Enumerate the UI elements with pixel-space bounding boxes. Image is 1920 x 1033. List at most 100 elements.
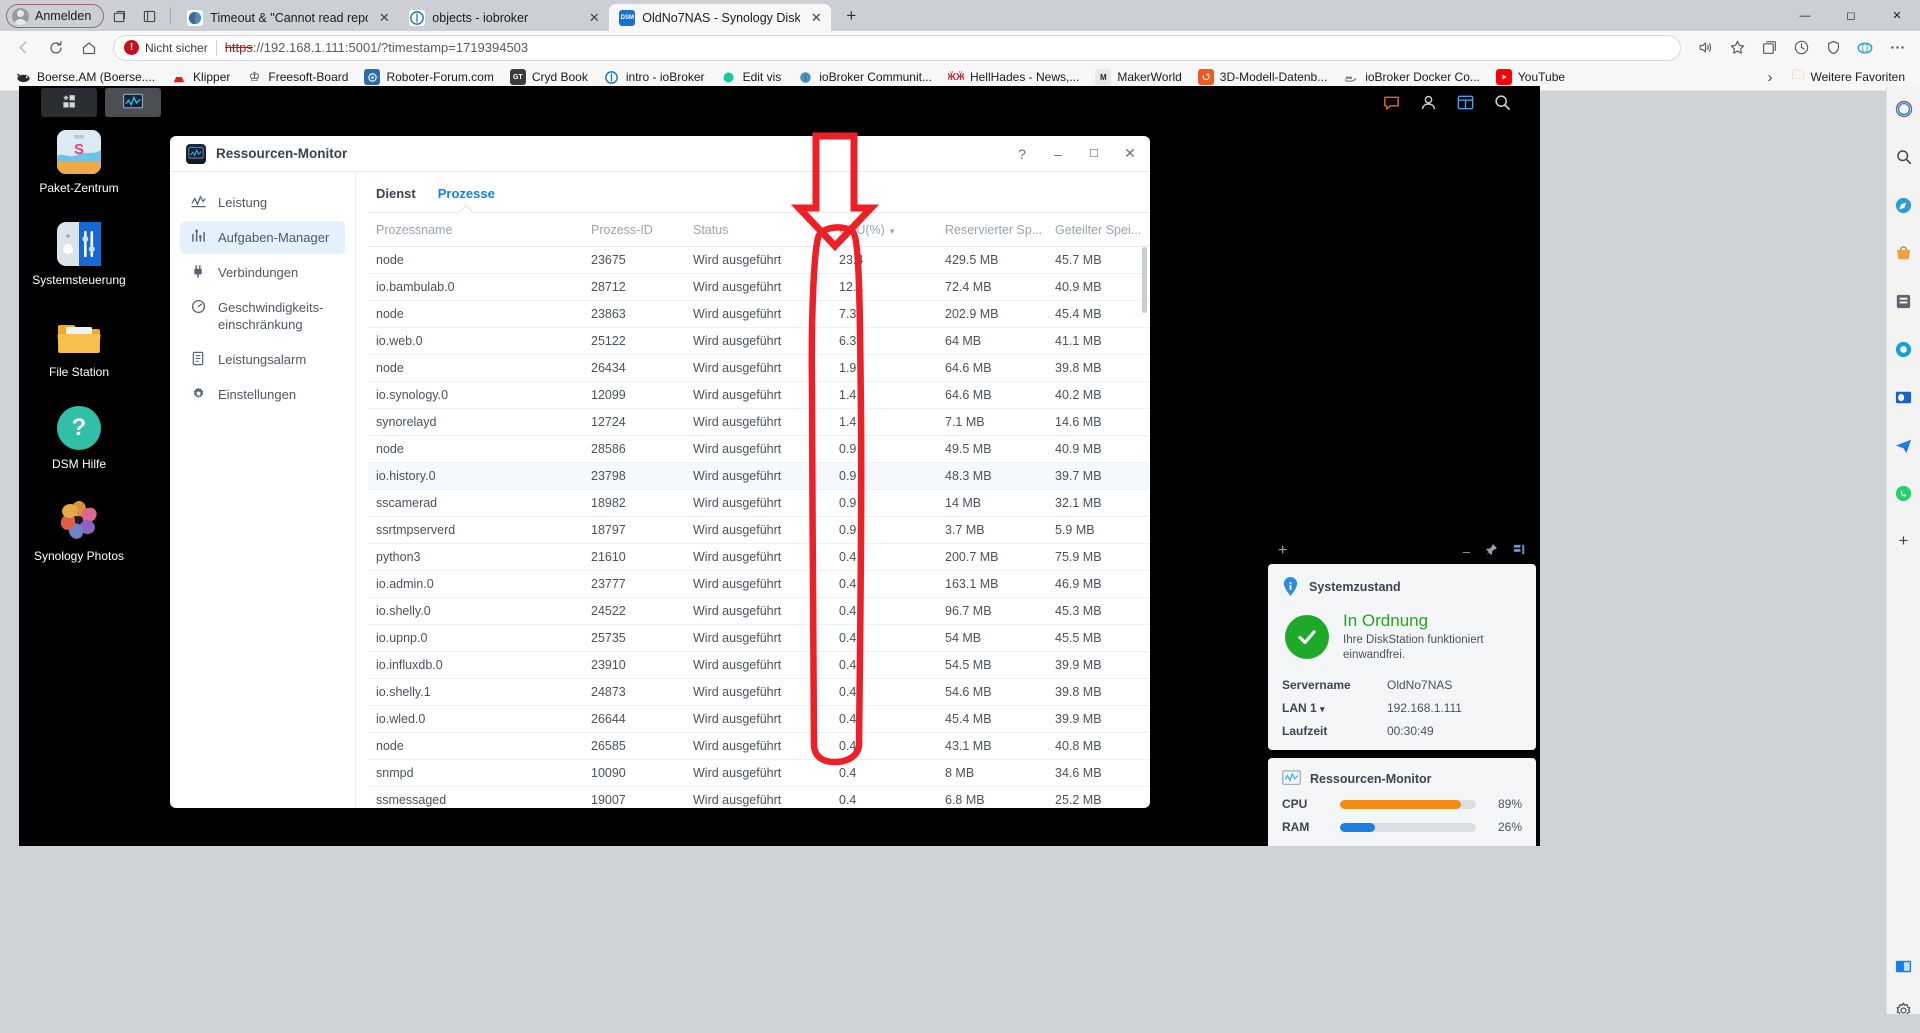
resource-monitor-icon[interactable] — [105, 87, 161, 117]
table-row[interactable]: io.influxdb.0 23910 Wird ausgeführt 0.4 54.5… — [368, 651, 1150, 679]
close-button[interactable]: ✕ — [1120, 144, 1140, 164]
bookmark-item[interactable]: ioBroker Communit... — [790, 67, 939, 87]
column-header-prozess-id[interactable]: Prozess-ID — [583, 213, 685, 247]
minimize-button[interactable]: — — [1782, 0, 1828, 31]
table-row[interactable]: io.admin.0 23777 Wird ausgeführt 0.4 163.1 M… — [368, 570, 1150, 598]
browser-tab-3[interactable]: DSM OldNo7NAS - Synology DiskStat ✕ — [609, 4, 832, 31]
bookmark-item[interactable]: GT Cryd Book — [503, 67, 595, 87]
bookmark-item[interactable]: M MakerWorld — [1088, 67, 1188, 87]
bookmark-item[interactable]: Boerse.AM (Boerse.... — [8, 67, 162, 87]
bookmark-item[interactable]: 3D-Modell-Datenb... — [1191, 67, 1334, 87]
close-button[interactable]: ✕ — [1874, 0, 1920, 31]
tab-dienst[interactable]: Dienst — [376, 186, 416, 212]
table-row[interactable]: sscamerad 18982 Wird ausgeführt 0.9 14 MB 32.… — [368, 489, 1150, 517]
not-secure-indicator[interactable]: ! Nicht sicher — [124, 40, 208, 55]
column-header-prozessname[interactable]: Prozessname — [368, 213, 583, 247]
desktop-icon-dsm-hilfe[interactable]: ? DSM Hilfe — [19, 406, 139, 472]
table-row[interactable]: io.history.0 23798 Wird ausgeführt 0.9 48.3 … — [368, 462, 1150, 490]
table-row[interactable]: node 28586 Wird ausgeführt 0.9 49.5 MB 40.9 M… — [368, 435, 1150, 463]
copilot-icon[interactable] — [1850, 35, 1880, 61]
tab-prozesse[interactable]: Prozesse — [438, 186, 495, 212]
table-row[interactable]: io.shelly.0 24522 Wird ausgeführt 0.4 96.7 M… — [368, 597, 1150, 625]
profile-signin-button[interactable]: Anmelden — [6, 4, 105, 28]
table-row[interactable]: io.web.0 25122 Wird ausgeführt 6.3 64 MB 41.1… — [368, 327, 1150, 355]
layout-icon[interactable] — [1513, 543, 1526, 559]
bookmark-item[interactable]: YouTube — [1489, 67, 1572, 87]
settings-more-icon[interactable] — [1882, 35, 1912, 61]
sidebar-item-verbindungen[interactable]: Verbindungen — [180, 256, 345, 289]
minimize-button[interactable]: – — [1048, 144, 1068, 164]
browser-tab-1[interactable]: Timeout & "Cannot read reposit ✕ — [177, 4, 400, 31]
tab-collections-icon[interactable] — [104, 3, 134, 29]
shopping-rail-icon[interactable] — [1891, 240, 1917, 266]
address-bar[interactable]: ! Nicht sicher https://192.168.1.111:500… — [113, 34, 1681, 61]
vertical-tabs-icon[interactable] — [134, 3, 164, 29]
copilot-rail-icon[interactable] — [1891, 96, 1917, 122]
search-rail-icon[interactable] — [1891, 144, 1917, 170]
scrollbar-thumb[interactable] — [1142, 247, 1147, 313]
table-row[interactable]: ssmessaged 19007 Wird ausgeführt 0.4 6.8 MB 2… — [368, 786, 1150, 808]
add-widget-icon[interactable]: + — [1278, 542, 1287, 560]
user-icon[interactable] — [1419, 93, 1438, 112]
history-icon[interactable] — [1786, 35, 1816, 61]
close-icon[interactable]: ✕ — [585, 9, 603, 27]
close-icon[interactable]: ✕ — [807, 9, 825, 27]
split-screen-rail-icon[interactable] — [1891, 953, 1917, 979]
row-key[interactable]: LAN 1 ▾ — [1282, 701, 1387, 715]
browser-essentials-icon[interactable] — [1818, 35, 1848, 61]
table-scrollbar[interactable] — [1142, 247, 1147, 687]
column-header-reservierter-speicher[interactable]: Reservierter Sp... — [937, 213, 1047, 247]
home-icon[interactable] — [74, 35, 104, 61]
minimize-icon[interactable]: – — [1463, 544, 1470, 559]
sidebar-item-leistungsalarm[interactable]: Leistungsalarm — [180, 343, 345, 376]
table-row[interactable]: io.bambulab.0 28712 Wird ausgeführt 12.1 72.… — [368, 273, 1150, 301]
pin-icon[interactable] — [1485, 543, 1498, 559]
chat-icon[interactable] — [1382, 93, 1401, 112]
column-header-status[interactable]: Status — [685, 213, 831, 247]
whatsapp-rail-icon[interactable] — [1891, 480, 1917, 506]
notification-icon[interactable] — [1456, 93, 1475, 112]
add-rail-icon[interactable]: + — [1891, 528, 1917, 554]
games-rail-icon[interactable] — [1891, 336, 1917, 362]
network-scope-selector[interactable]: Gesamt ▾ — [1282, 844, 1334, 846]
desktop-icon-paket-zentrum[interactable]: S Paket-Zentrum — [19, 130, 139, 196]
table-row[interactable]: python3 21610 Wird ausgeführt 0.4 200.7 MB 75… — [368, 543, 1150, 571]
new-tab-button[interactable]: + — [837, 3, 865, 29]
reload-icon[interactable] — [41, 35, 71, 61]
sidebar-item-geschwindigkeitseinschraenkung[interactable]: Geschwindigkeits-einschränkung — [180, 291, 345, 341]
help-button[interactable]: ? — [1012, 144, 1032, 164]
discover-rail-icon[interactable] — [1891, 192, 1917, 218]
send-rail-icon[interactable] — [1891, 432, 1917, 458]
table-row[interactable]: ssrtmpserverd 18797 Wird ausgeführt 0.9 3.7 … — [368, 516, 1150, 544]
table-row[interactable]: node 26585 Wird ausgeführt 0.4 43.1 MB 40.8 M… — [368, 732, 1150, 760]
bookmark-item[interactable]: Roboter-Forum.com — [357, 67, 500, 87]
table-row[interactable]: node 23675 Wird ausgeführt 23.4 429.5 MB 45.7… — [368, 246, 1150, 274]
column-header-geteilter-speicher[interactable]: Geteilter Spei... — [1047, 213, 1150, 247]
chevron-right-icon[interactable]: › — [1760, 69, 1781, 86]
column-header-cpu[interactable]: CPU(%) — [831, 213, 937, 247]
sidebar-item-aufgaben-manager[interactable]: Aufgaben-Manager — [180, 221, 345, 254]
table-row[interactable]: io.synology.0 12099 Wird ausgeführt 1.4 64.6… — [368, 381, 1150, 409]
desktop-icon-file-station[interactable]: File Station — [19, 314, 139, 380]
maximize-button[interactable]: ◻ — [1828, 0, 1874, 31]
desktop-icon-synology-photos[interactable]: Synology Photos — [19, 498, 139, 564]
favorite-star-icon[interactable] — [1722, 35, 1752, 61]
bookmark-item[interactable]: Klipper — [164, 67, 237, 87]
bookmark-item[interactable]: ӜӜ HellHades - News,... — [941, 67, 1086, 87]
read-aloud-icon[interactable] — [1690, 35, 1720, 61]
table-row[interactable]: io.wled.0 26644 Wird ausgeführt 0.4 45.4 MB 3… — [368, 705, 1150, 733]
maximize-button[interactable]: ☐ — [1084, 144, 1104, 164]
sidebar-item-leistung[interactable]: Leistung — [180, 186, 345, 219]
table-row[interactable]: io.upnp.0 25735 Wird ausgeführt 0.4 54 MB 45.… — [368, 624, 1150, 652]
close-icon[interactable]: ✕ — [375, 9, 393, 27]
tools-rail-icon[interactable] — [1891, 288, 1917, 314]
desktop-icon-systemsteuerung[interactable]: Systemsteuerung — [19, 222, 139, 288]
search-icon[interactable] — [1493, 93, 1512, 112]
back-icon[interactable] — [8, 35, 38, 61]
bookmark-item[interactable]: intro - ioBroker — [597, 67, 712, 87]
sidebar-item-einstellungen[interactable]: Einstellungen — [180, 378, 345, 411]
table-row[interactable]: io.shelly.1 24873 Wird ausgeführt 0.4 54.6 M… — [368, 678, 1150, 706]
bookmark-item[interactable]: ioBroker Docker Co... — [1336, 67, 1487, 87]
main-menu-icon[interactable] — [41, 87, 97, 117]
chevron-down-icon[interactable]: ▾ — [1320, 704, 1325, 714]
